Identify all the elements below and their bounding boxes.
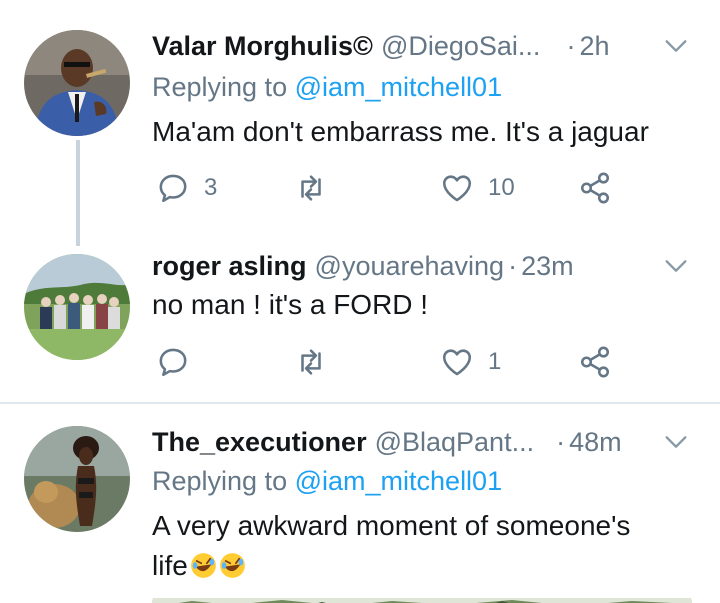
- tweet-text: Ma'am don't embarrass me. It's a jaguar: [152, 116, 649, 147]
- reply-count: 3: [204, 174, 218, 201]
- rolling-laughing-emoji-icon: [219, 553, 245, 578]
- reply-button[interactable]: 3: [156, 168, 217, 208]
- tweet-text-line-2: life: [152, 550, 246, 582]
- replying-to: Replying to @iam_mitchell01: [152, 72, 502, 103]
- reply-icon: [159, 174, 187, 203]
- rolling-laughing-emoji-icon: [190, 553, 216, 578]
- thread-line: [76, 140, 80, 246]
- tweet-text-word: life: [152, 550, 188, 581]
- like-count: 10: [488, 174, 515, 201]
- timestamp[interactable]: 48m: [569, 427, 622, 458]
- tweet-text-line-1: A very awkward moment of someone's: [152, 510, 631, 541]
- user-handle[interactable]: @DiegoSai...: [381, 31, 540, 62]
- tweet-1[interactable]: Valar Morghulis© @DiegoSai... · 2h Reply…: [0, 0, 720, 400]
- tweet-header: The_executioner @BlaqPant... · 48m: [152, 422, 622, 462]
- tweet-3[interactable]: The_executioner @BlaqPant... · 48m Reply…: [0, 404, 720, 603]
- avatar[interactable]: [24, 30, 130, 136]
- avatar[interactable]: [24, 426, 130, 532]
- user-handle[interactable]: @BlaqPant...: [375, 427, 535, 458]
- timestamp[interactable]: 2h: [579, 31, 609, 62]
- mention-link[interactable]: @iam_mitchell01: [295, 72, 502, 102]
- tweet-header: Valar Morghulis© @DiegoSai... · 2h: [152, 26, 609, 66]
- media-image: [152, 598, 692, 603]
- chevron-down-icon[interactable]: [662, 32, 690, 60]
- share-icon: [580, 172, 610, 204]
- chevron-down-icon[interactable]: [662, 428, 690, 456]
- avatar-image: [24, 30, 130, 136]
- separator-dot: ·: [556, 426, 566, 457]
- separator-dot: ·: [566, 30, 576, 61]
- display-name[interactable]: Valar Morghulis©: [152, 31, 373, 62]
- like-button[interactable]: 10: [440, 168, 515, 208]
- replying-prefix: Replying to: [152, 466, 288, 496]
- action-bar: 3 10: [152, 168, 622, 208]
- replying-to: Replying to @iam_mitchell01: [152, 466, 502, 497]
- mention-link[interactable]: @iam_mitchell01: [295, 466, 502, 496]
- retweet-icon: [301, 175, 321, 201]
- heart-icon: [442, 175, 472, 202]
- replying-prefix: Replying to: [152, 72, 288, 102]
- share-button[interactable]: [578, 168, 612, 208]
- display-name[interactable]: The_executioner: [152, 427, 367, 458]
- media-preview[interactable]: [152, 594, 692, 603]
- retweet-button[interactable]: [294, 168, 342, 208]
- avatar-image: [24, 426, 130, 532]
